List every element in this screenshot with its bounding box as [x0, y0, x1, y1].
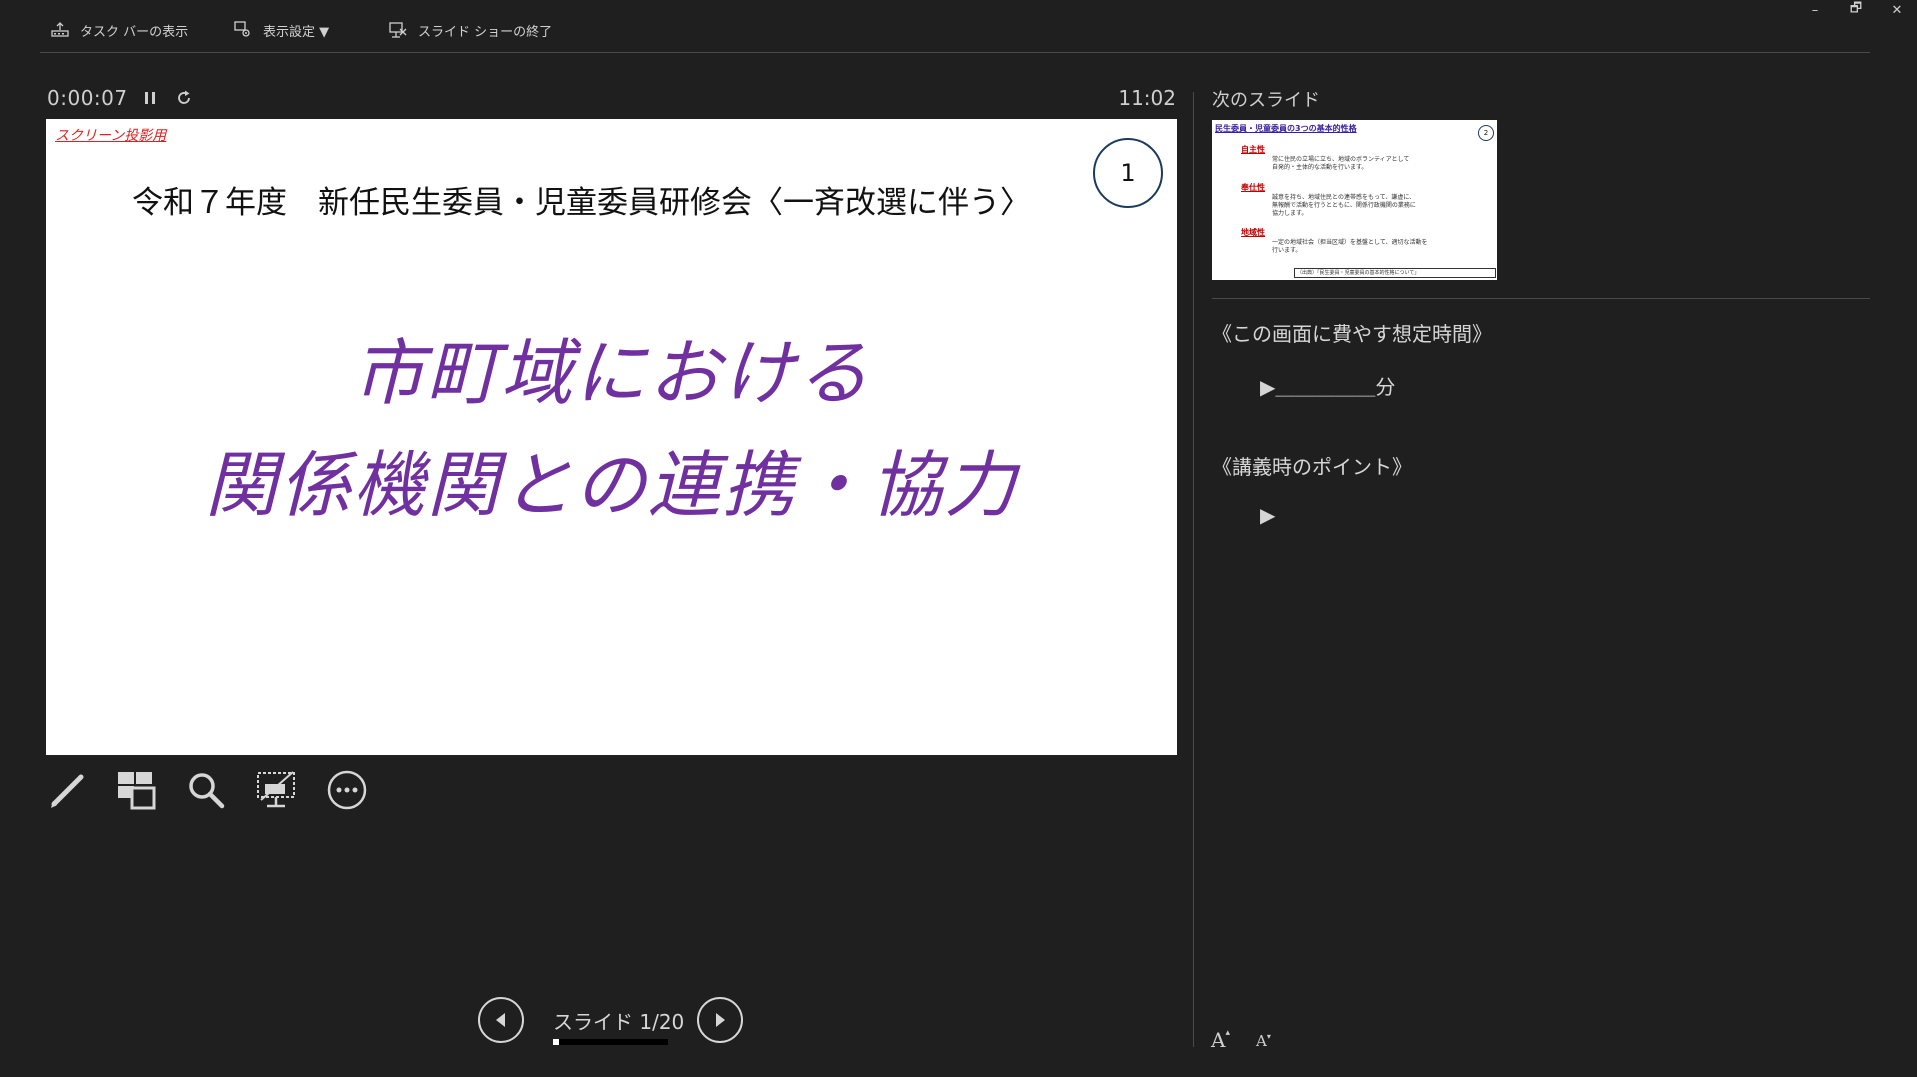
restart-icon — [178, 90, 190, 104]
show-taskbar-button[interactable]: タスク バーの表示 — [50, 18, 188, 42]
decrease-font-button[interactable]: A▾ — [1256, 1032, 1271, 1050]
slide-progress-fill — [553, 1039, 559, 1045]
slide-subtitle: 令和７年度 新任民生委員・児童委員研修会〈一斉改選に伴う〉 — [132, 185, 1031, 221]
previous-slide-button[interactable] — [478, 997, 524, 1043]
next-slide-item-text: 協力します。 — [1272, 210, 1308, 217]
slides-grid-icon — [118, 772, 156, 810]
slide-progress-bar — [553, 1039, 668, 1045]
current-time: 11:02 — [1118, 86, 1176, 110]
notes-points-heading: 《講義時のポイント》 — [1212, 455, 1412, 479]
restore-icon: 🗗 — [1849, 1, 1863, 16]
minimize-button[interactable]: – — [1795, 0, 1835, 20]
pause-icon — [145, 92, 155, 104]
end-slideshow-icon — [388, 20, 408, 40]
display-settings-icon — [233, 20, 253, 40]
next-slide-number: 2 — [1478, 125, 1494, 141]
pane-divider — [1193, 92, 1194, 1047]
display-settings-button[interactable]: 表示設定 ▼ — [233, 18, 329, 42]
more-icon — [327, 770, 367, 810]
notes-points-line: ▶ — [1260, 503, 1276, 527]
elapsed-timer: 0:00:07 — [47, 86, 128, 110]
notes-divider — [1212, 298, 1870, 299]
decrease-font-icon: A — [1256, 1032, 1267, 1050]
next-slide-item-text: 自発的・主体的な活動を行います。 — [1272, 164, 1368, 171]
next-slide-item-heading: 地域性 — [1241, 228, 1265, 237]
next-slide-title: 民生委員・児童委員の3つの基本的性格 — [1215, 124, 1357, 133]
slide-counter: スライド 1/20 — [553, 1010, 685, 1034]
toolbar-divider — [40, 52, 1870, 53]
next-slide-item-text: 行います。 — [1272, 247, 1302, 254]
next-arrow-icon — [716, 1013, 725, 1027]
restart-timer-button[interactable] — [172, 86, 196, 110]
more-options-button[interactable] — [324, 767, 370, 813]
minimize-icon: – — [1811, 2, 1819, 18]
magnifier-icon — [189, 773, 225, 809]
pause-timer-button[interactable] — [138, 86, 162, 110]
next-slide-item-heading: 奉仕性 — [1241, 183, 1265, 192]
display-settings-label: 表示設定 ▼ — [263, 24, 330, 40]
end-slideshow-button[interactable]: スライド ショーの終了 — [388, 18, 552, 42]
notes-time-heading: 《この画面に費やす想定時間》 — [1212, 322, 1492, 346]
end-slideshow-label: スライド ショーの終了 — [418, 24, 553, 40]
pen-icon — [51, 774, 84, 808]
next-slide-item-heading: 自主性 — [1241, 145, 1265, 154]
next-slide-label: 次のスライド — [1212, 90, 1320, 111]
next-slide-button[interactable] — [697, 997, 743, 1043]
screen-projection-tag: スクリーン投影用 — [55, 128, 167, 144]
next-slide-thumbnail[interactable]: 民生委員・児童委員の3つの基本的性格 2 自主性 常に住民の立場に立ち、地域のボ… — [1212, 120, 1497, 280]
screen-off-icon — [257, 771, 295, 808]
increase-font-button[interactable]: A▴ — [1211, 1028, 1230, 1052]
zoom-button[interactable] — [183, 767, 229, 813]
notes-time-line: ▶＿＿＿＿＿分 — [1260, 375, 1396, 399]
slide-title-line-2: 関係機関との連携・協力 — [204, 443, 1019, 527]
restore-button[interactable]: 🗗 — [1836, 0, 1876, 20]
current-slide[interactable]: スクリーン投影用 1 令和７年度 新任民生委員・児童委員研修会〈一斉改選に伴う〉… — [46, 119, 1177, 755]
close-icon: ✕ — [1891, 2, 1903, 18]
next-slide-footer: （出典）「民生委員・児童委員の基本的性格について」 — [1294, 268, 1496, 278]
previous-arrow-icon — [496, 1013, 505, 1027]
slide-title-line-1: 市町域における — [352, 331, 871, 415]
pen-tool-button[interactable] — [45, 767, 91, 813]
taskbar-icon — [50, 20, 70, 40]
close-button[interactable]: ✕ — [1877, 0, 1917, 20]
increase-font-icon: A — [1211, 1028, 1226, 1052]
show-taskbar-label: タスク バーの表示 — [80, 24, 189, 40]
black-screen-button[interactable] — [253, 767, 299, 813]
all-slides-button[interactable] — [113, 767, 159, 813]
